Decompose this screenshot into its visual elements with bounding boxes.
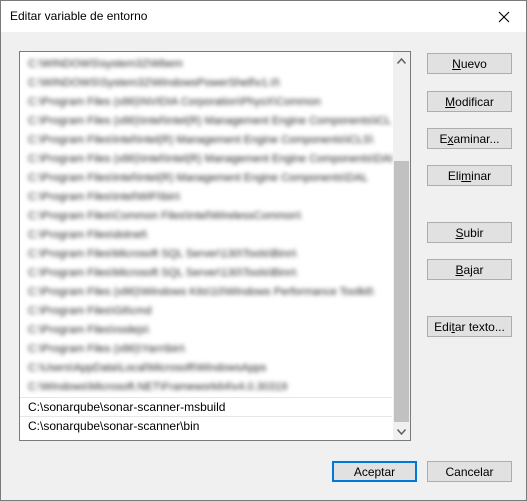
scroll-down-button[interactable] xyxy=(393,423,410,440)
edit-text-button-label: Editar texto... xyxy=(434,319,505,334)
list-item[interactable]: C:\Windows\Microsoft.NET\Framework64\v4.… xyxy=(20,378,392,397)
list-rows: C:\WINDOWS\system32\Wbem C:\WINDOWS\Syste… xyxy=(20,55,392,435)
list-item[interactable]: C:\Program Files\Intel\Intel(R) Manageme… xyxy=(20,169,392,188)
list-item[interactable]: C:\Program Files\Git\cmd xyxy=(20,302,392,321)
accept-button-label: Aceptar xyxy=(353,464,396,479)
move-down-button[interactable]: Bajar xyxy=(427,259,512,280)
edit-env-variable-dialog: Editar variable de entorno C:\WINDOWS\sy… xyxy=(0,0,527,501)
edit-button-label: Modificar xyxy=(445,94,494,109)
move-down-button-label: Bajar xyxy=(455,262,484,277)
list-item[interactable]: C:\Program Files (x86)\NVIDIA Corporatio… xyxy=(20,93,392,112)
list-item[interactable]: C:\Program Files\dotnet\ xyxy=(20,226,392,245)
list-item[interactable]: C:\WINDOWS\system32\Wbem xyxy=(20,55,392,74)
browse-button[interactable]: Examinar... xyxy=(427,128,512,149)
new-button[interactable]: Nuevo xyxy=(427,53,512,74)
list-item[interactable]: C:\Program Files\Microsoft SQL Server\13… xyxy=(20,245,392,264)
list-item[interactable]: C:\Program Files\Intel\WiFi\bin\ xyxy=(20,188,392,207)
chevron-up-icon xyxy=(397,57,406,64)
list-item[interactable]: C:\Users\AppData\Local\Microsoft\Windows… xyxy=(20,359,392,378)
vertical-scrollbar[interactable] xyxy=(393,52,410,440)
edit-button[interactable]: Modificar xyxy=(427,91,512,112)
list-item[interactable]: C:\Program Files\Intel\Intel(R) Manageme… xyxy=(20,131,392,150)
close-button[interactable] xyxy=(482,1,526,32)
move-up-button-label: Subir xyxy=(455,225,484,240)
list-item[interactable]: C:\Program Files\Common Files\Intel\Wire… xyxy=(20,207,392,226)
scroll-up-button[interactable] xyxy=(393,52,410,69)
delete-button-label: Eliminar xyxy=(447,168,492,183)
dialog-title: Editar variable de entorno xyxy=(10,9,148,23)
list-item[interactable]: C:\Program Files (x86)\Intel\Intel(R) Ma… xyxy=(20,150,392,169)
cancel-button[interactable]: Cancelar xyxy=(427,461,512,482)
delete-button[interactable]: Eliminar xyxy=(427,165,512,186)
list-item[interactable]: C:\Program Files\nodejs\ xyxy=(20,321,392,340)
new-button-label: Nuevo xyxy=(452,56,487,71)
cancel-button-label: Cancelar xyxy=(445,464,494,479)
close-icon xyxy=(498,11,510,22)
list-item[interactable]: C:\Program Files\Microsoft SQL Server\13… xyxy=(20,264,392,283)
list-item[interactable]: C:\sonarqube\sonar-scanner\bin xyxy=(20,416,392,435)
accept-button[interactable]: Aceptar xyxy=(332,461,417,482)
scrollbar-thumb[interactable] xyxy=(394,161,409,422)
list-item[interactable]: C:\sonarqube\sonar-scanner-msbuild xyxy=(20,397,392,416)
chevron-down-icon xyxy=(397,428,406,435)
list-item[interactable]: C:\Program Files (x86)\Intel\Intel(R) Ma… xyxy=(20,112,392,131)
list-item[interactable]: C:\WINDOWS\System32\WindowsPowerShell\v1… xyxy=(20,74,392,93)
edit-text-button[interactable]: Editar texto... xyxy=(427,316,512,337)
path-entries-list[interactable]: C:\WINDOWS\system32\Wbem C:\WINDOWS\Syste… xyxy=(19,51,411,441)
list-item[interactable]: C:\Program Files (x86)\Windows Kits\10\W… xyxy=(20,283,392,302)
title-bar: Editar variable de entorno xyxy=(1,1,526,32)
move-up-button[interactable]: Subir xyxy=(427,222,512,243)
list-item[interactable]: C:\Program Files (x86)\Yarn\bin\ xyxy=(20,340,392,359)
browse-button-label: Examinar... xyxy=(439,131,500,146)
